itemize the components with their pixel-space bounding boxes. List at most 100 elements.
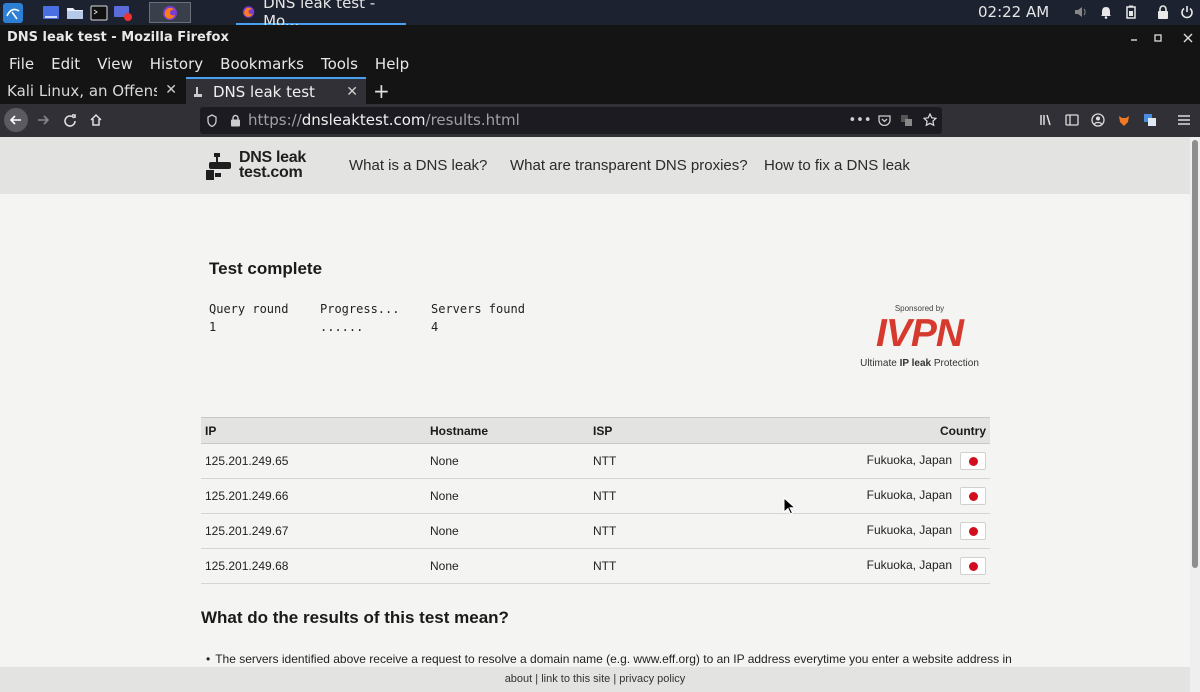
menu-tools[interactable]: Tools (321, 55, 358, 73)
faucet-logo-icon (206, 153, 231, 180)
lock-screen-icon[interactable] (1156, 5, 1170, 19)
japan-flag-icon (960, 522, 986, 540)
window-titlebar: DNS leak test - Mozilla Firefox (0, 25, 1200, 50)
sidebar-icon[interactable] (1060, 108, 1084, 132)
cell-country: Fukuoka, Japan (759, 548, 990, 584)
results-explanation-heading: What do the results of this test mean? (201, 608, 509, 627)
table-row: 125.201.249.68 None NTT Fukuoka, Japan (201, 548, 990, 584)
reload-button[interactable] (58, 108, 82, 132)
account-icon[interactable] (1086, 108, 1110, 132)
site-favicon-icon (194, 86, 202, 97)
extension-translate-icon[interactable] (1138, 108, 1162, 132)
battery-icon[interactable] (1124, 5, 1138, 19)
japan-flag-icon (960, 487, 986, 505)
menu-bookmarks[interactable]: Bookmarks (220, 55, 304, 73)
close-window-icon[interactable] (1180, 25, 1196, 50)
page-scrollbar[interactable] (1190, 137, 1200, 692)
kali-menu-icon[interactable] (2, 2, 24, 23)
firefox-icon (163, 5, 177, 20)
url-text[interactable]: https://dnsleaktest.com/results.html (248, 111, 520, 129)
cell-ip: 125.201.249.66 (201, 478, 426, 514)
sponsor-tagline: Ultimate IP leak Protection (852, 358, 987, 369)
tracking-shield-icon[interactable] (204, 112, 220, 128)
footer-link-privacy[interactable]: privacy policy (619, 673, 685, 685)
page-actions-icon[interactable]: ••• (849, 112, 872, 128)
window-title: DNS leak test - Mozilla Firefox (7, 30, 229, 45)
url-path: /results.html (425, 111, 520, 129)
tab-label: Kali Linux, an Offensive (7, 81, 157, 100)
new-tab-button[interactable]: + (373, 79, 390, 103)
servers-found-label: Servers found (431, 302, 525, 316)
close-tab-icon[interactable]: ✕ (165, 82, 177, 98)
library-icon[interactable] (1034, 108, 1058, 132)
sponsor-brand-logo: IVPN (875, 312, 964, 355)
column-header-ip: IP (201, 417, 426, 444)
table-row: 125.201.249.66 None NTT Fukuoka, Japan (201, 478, 990, 514)
translate-icon[interactable] (898, 112, 914, 128)
hamburger-menu-icon[interactable] (1172, 108, 1196, 132)
cell-country: Fukuoka, Japan (759, 513, 990, 549)
country-name: Fukuoka, Japan (866, 523, 952, 538)
tab-strip: Kali Linux, an Offensive ✕ DNS leak test… (0, 77, 1200, 104)
cell-isp: NTT (589, 548, 759, 584)
column-header-hostname: Hostname (426, 417, 589, 444)
footer-link-to-site[interactable]: link to this site (541, 673, 610, 685)
query-round-value: 1 (209, 320, 217, 334)
japan-flag-icon (960, 557, 986, 575)
padlock-icon[interactable] (227, 112, 243, 128)
menu-view[interactable]: View (97, 55, 133, 73)
reload-icon (64, 114, 76, 127)
close-tab-icon[interactable]: ✕ (346, 84, 358, 100)
screen-recorder-icon[interactable] (112, 2, 134, 23)
file-manager-icon[interactable] (64, 2, 86, 23)
menu-help[interactable]: Help (375, 55, 409, 73)
column-header-country: Country (759, 417, 990, 444)
bookmark-star-icon[interactable] (922, 112, 938, 128)
back-button[interactable] (4, 108, 28, 132)
terminal-icon[interactable] (88, 2, 110, 23)
menu-file[interactable]: File (9, 55, 34, 73)
table-header-row: IP Hostname ISP Country (201, 417, 990, 444)
bullet-text: The servers identified above receive a r… (215, 652, 1012, 666)
site-logo[interactable]: DNS leak test.com (205, 149, 315, 182)
pocket-icon[interactable] (876, 112, 892, 128)
scrollbar-thumb[interactable] (1192, 140, 1198, 568)
taskbar-window-button[interactable]: DNS leak test - Mo... (236, 0, 406, 30)
sponsor-tagline-post: Protection (931, 358, 979, 369)
tab-kali-linux[interactable]: Kali Linux, an Offensive ✕ (0, 77, 185, 104)
clock[interactable]: 02:22 AM (978, 0, 1049, 25)
progress-value: ...... (320, 320, 364, 334)
cell-hostname: None (426, 548, 589, 584)
cell-ip: 125.201.249.68 (201, 548, 426, 584)
site-footer: about | link to this site | privacy poli… (0, 667, 1190, 692)
site-header: DNS leak test.com What is a DNS leak? Wh… (0, 137, 1190, 194)
extension-fox-icon[interactable] (1112, 108, 1136, 132)
footer-link-about[interactable]: about (505, 673, 533, 685)
menu-history[interactable]: History (150, 55, 203, 73)
url-host: dnsleaktest.com (301, 111, 426, 129)
navigation-toolbar: https://dnsleaktest.com/results.html ••• (0, 104, 1200, 137)
url-scheme: https:// (248, 111, 302, 129)
maximize-icon[interactable] (1150, 25, 1166, 50)
nav-transparent-dns-proxies[interactable]: What are transparent DNS proxies? (510, 157, 748, 174)
forward-arrow-icon (38, 115, 50, 125)
power-icon[interactable] (1180, 5, 1194, 19)
nav-what-is-dns-leak[interactable]: What is a DNS leak? (349, 157, 487, 174)
forward-button[interactable] (31, 108, 55, 132)
volume-icon[interactable] (1074, 5, 1088, 19)
cell-ip: 125.201.249.67 (201, 513, 426, 549)
url-bar[interactable]: https://dnsleaktest.com/results.html ••• (200, 107, 942, 134)
country-name: Fukuoka, Japan (866, 558, 952, 573)
bullet-icon: • (206, 652, 211, 666)
menu-edit[interactable]: Edit (51, 55, 80, 73)
sponsor-banner[interactable]: Sponsored by IVPN Ultimate IP leak Prote… (852, 304, 987, 372)
cell-hostname: None (426, 443, 589, 479)
firefox-taskbar-button[interactable] (149, 2, 191, 23)
show-desktop-icon[interactable] (40, 2, 62, 23)
nav-how-to-fix-dns-leak[interactable]: How to fix a DNS leak (764, 157, 910, 174)
home-button[interactable] (84, 108, 108, 132)
country-name: Fukuoka, Japan (866, 488, 952, 503)
tab-dns-leak-test[interactable]: DNS leak test ✕ (186, 77, 366, 104)
minimize-icon[interactable] (1126, 25, 1142, 50)
notification-bell-icon[interactable] (1099, 5, 1113, 19)
